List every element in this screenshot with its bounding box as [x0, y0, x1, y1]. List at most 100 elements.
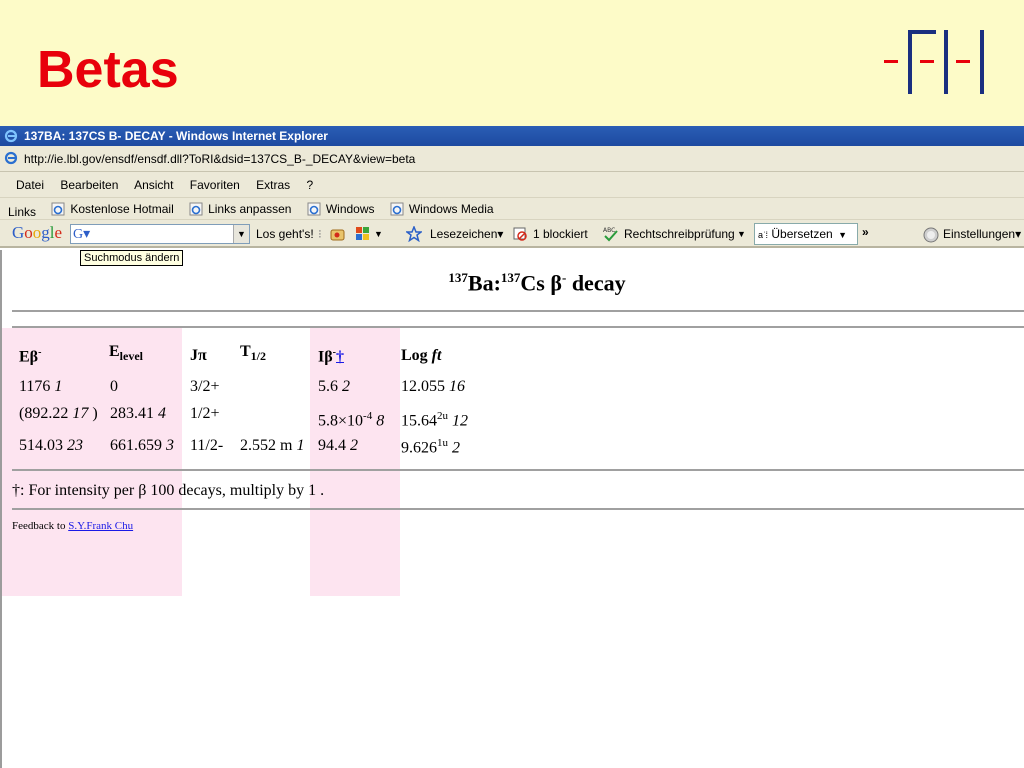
bookmarks-button[interactable]: Lesezeichen▾: [430, 220, 503, 248]
google-toolbar: Google G▾ ▼ Los geht's! ⁝ ▼ Lesezeichen▾…: [0, 220, 1024, 248]
settings-button[interactable]: Einstellungen▾: [943, 220, 1021, 248]
heading-ba: Ba:: [467, 270, 501, 296]
cell-e-beta: 1176 1: [19, 378, 62, 396]
cell-value: 94.4: [318, 437, 350, 454]
slide-title: Betas: [37, 41, 179, 99]
star-icon[interactable]: [406, 226, 422, 242]
window-title: 137BA: 137CS B- DECAY - Windows Internet…: [24, 129, 328, 143]
popup-blocked-count[interactable]: 1 blockiert: [533, 220, 588, 248]
spellcheck-icon[interactable]: ABC: [602, 226, 620, 242]
cell-uncertainty: 3: [166, 437, 174, 454]
menu-item-datei[interactable]: Datei: [16, 178, 44, 192]
header-sup: -: [38, 347, 42, 358]
cell-e-level: 661.659 3: [110, 437, 174, 455]
svg-text:ABC: ABC: [603, 227, 615, 234]
cell-value: 5.6: [318, 378, 342, 395]
cell-value: (892.22: [19, 405, 73, 422]
cell-log-ft: 12.055 16: [401, 378, 465, 396]
toolbar-separator-icon: ⁝: [318, 227, 322, 241]
heading-mass-ba: 137: [448, 270, 468, 285]
menu-item-favoriten[interactable]: Favoriten: [190, 178, 240, 192]
cell-superscript: 1u: [437, 437, 448, 449]
translate-button[interactable]: a͘ ⁞ Übersetzen ▼: [754, 223, 858, 245]
highlight-column-intensity: [310, 328, 400, 596]
cell-j-pi: 3/2+: [190, 378, 220, 395]
header-text: Log: [401, 347, 432, 364]
cell-uncertainty: 8: [372, 412, 385, 430]
cell-value: 2.552 m: [240, 437, 297, 454]
pagerank-icon[interactable]: [330, 227, 346, 243]
links-bar: Links Kostenlose Hotmail Links anpassen …: [0, 198, 1024, 220]
cell-value: 1176: [19, 378, 55, 395]
cell-uncertainty: 12: [448, 412, 468, 430]
menu-item-bearbeiten[interactable]: Bearbeiten: [60, 178, 118, 192]
address-url[interactable]: http://ie.lbl.gov/ensdf/ensdf.dll?ToRI&d…: [24, 152, 415, 166]
cell-t-half: 2.552 m 1: [240, 437, 304, 455]
feedback-link[interactable]: S.Y.Frank Chu: [68, 520, 133, 532]
heading-cs-beta: Cs β: [520, 270, 562, 296]
cell-log-ft: 15.642u 12: [401, 410, 468, 430]
link-anpassen[interactable]: Links anpassen: [189, 198, 291, 220]
google-logo[interactable]: Google: [12, 223, 62, 243]
address-bar[interactable]: http://ie.lbl.gov/ensdf/ensdf.dll?ToRI&d…: [0, 146, 1024, 172]
menu-item-ansicht[interactable]: Ansicht: [134, 178, 173, 192]
menu-bar: Datei Bearbeiten Ansicht Favoriten Extra…: [0, 172, 1024, 198]
heading-decay: decay: [566, 270, 626, 296]
bookmarks-label: Lesezeichen: [430, 227, 498, 241]
translate-icon: a͘ ⁞: [758, 230, 769, 240]
link-hotmail[interactable]: Kostenlose Hotmail: [51, 198, 174, 220]
cell-uncertainty: 16: [449, 378, 465, 395]
google-g-icon[interactable]: G▾: [73, 226, 90, 243]
feedback-label: Feedback to: [12, 520, 69, 532]
google-search-button[interactable]: Los geht's!: [256, 220, 314, 248]
chevron-down-icon[interactable]: ▼: [374, 220, 383, 248]
cell-uncertainty: 17: [72, 405, 89, 422]
more-chevron-icon[interactable]: »: [862, 220, 869, 248]
footnote-link[interactable]: †: [336, 348, 344, 365]
cell-e-level: 0: [110, 378, 118, 395]
chevron-down-icon[interactable]: ▼: [737, 220, 746, 248]
page-content: 137Ba:137Cs β- decay Eβ- Elevel Jπ T1/2 …: [0, 250, 1024, 768]
ie-page-icon: [189, 202, 203, 216]
link-windows-media[interactable]: Windows Media: [390, 198, 494, 220]
heading-mass-cs: 137: [500, 270, 521, 285]
settings-icon[interactable]: [923, 227, 939, 243]
spellcheck-button[interactable]: Rechtschreibprüfung: [624, 220, 735, 248]
popup-blocker-icon[interactable]: [512, 226, 528, 242]
link-windows-label: Windows: [325, 202, 375, 216]
cell-uncertainty: 2: [342, 378, 350, 395]
google-search-input[interactable]: G▾ ▼: [70, 224, 250, 244]
fh-logo: [884, 30, 984, 94]
page-icon: [4, 151, 18, 165]
cell-value: 15.64: [401, 412, 437, 430]
cell-e-beta: 514.03 23: [19, 437, 83, 455]
cell-uncertainty: 4: [158, 405, 166, 422]
cell-value: 661.659: [110, 437, 166, 454]
cell-superscript: 2u: [437, 410, 448, 422]
menu-item-help[interactable]: ?: [307, 178, 314, 192]
header-text: E: [109, 343, 120, 360]
cell-uncertainty: 2: [448, 439, 460, 457]
window-titlebar[interactable]: 137BA: 137CS B- DECAY - Windows Internet…: [0, 126, 1024, 146]
windows-flag-icon[interactable]: [355, 226, 371, 242]
menu-item-extras[interactable]: Extras: [256, 178, 290, 192]
header-sub: level: [119, 349, 143, 364]
link-windows[interactable]: Windows: [307, 198, 375, 220]
col-header-i-beta: Iβ-†: [318, 347, 344, 366]
cell-value: 12.055: [401, 378, 449, 395]
chevron-down-icon: ▼: [838, 230, 847, 240]
link-anpassen-label: Links anpassen: [208, 202, 292, 216]
footnote: †: For intensity per β 100 decays, multi…: [12, 482, 325, 499]
cell-i-beta: 5.8×10-4 8: [318, 410, 384, 430]
ie-page-icon: [51, 202, 65, 216]
cell-value: 283.41: [110, 405, 158, 422]
cell-value: 9.626: [401, 439, 437, 457]
tooltip: Suchmodus ändern: [80, 250, 184, 266]
divider: [12, 310, 1024, 312]
cell-value: 514.03: [19, 437, 67, 454]
divider: [12, 469, 1024, 471]
chevron-down-icon[interactable]: ▼: [233, 225, 249, 243]
col-header-j-pi: Jπ: [190, 347, 207, 364]
link-windows-media-label: Windows Media: [408, 202, 494, 216]
header-text: Iβ: [318, 348, 333, 366]
